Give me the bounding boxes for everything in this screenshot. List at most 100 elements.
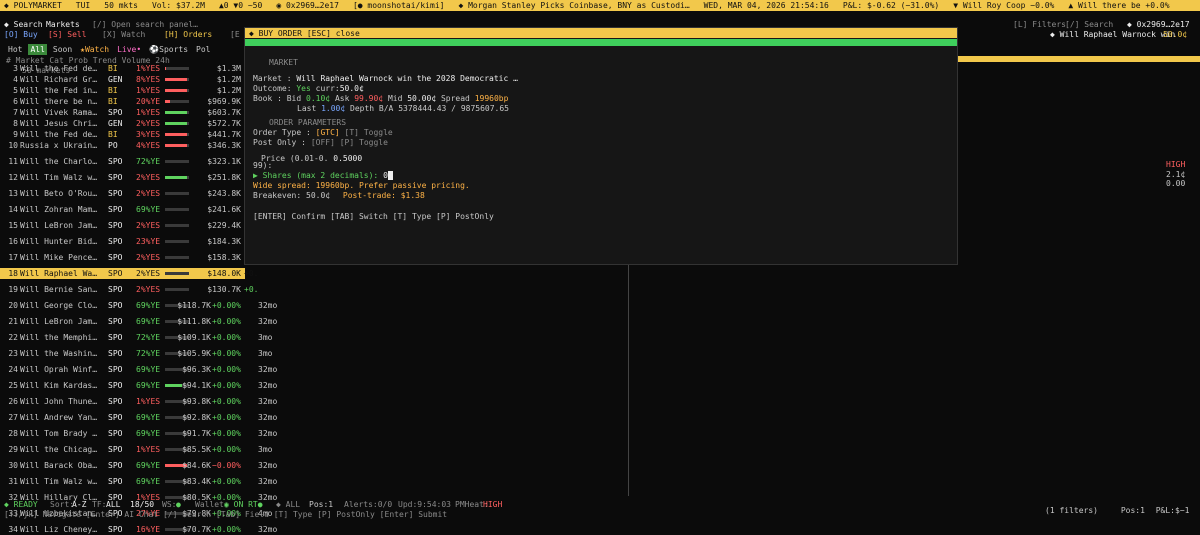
market-change: +0.00% (212, 301, 241, 310)
table-row[interactable]: 12Will Tim Walz w…SPO2%YES$251.8K+0. (0, 172, 258, 183)
market-name: Will Bernie San… (20, 285, 98, 294)
market-name: Will there be n… (20, 97, 98, 106)
table-row[interactable]: 24 Will Oprah Winf… SPO 69%YE $96.3K +0.00% 32… (0, 364, 277, 375)
table-row[interactable]: 14Will Zohran Mam…SPO69%YE$241.6K+0. (0, 204, 258, 215)
table-row[interactable]: 22 Will the Memphi… SPO 72%YE $109.1K +0.00% 3… (0, 332, 272, 343)
table-row[interactable]: 20 Will George Clo… SPO 69%YE $118.7K +0.00% 3… (0, 300, 277, 311)
spread-label: Spread (440, 94, 470, 103)
market-age: 32mo (258, 461, 278, 470)
post-only-line: Post Only : [OFF] [P] Toggle (253, 137, 388, 148)
e-action[interactable]: [E (230, 29, 240, 40)
table-row[interactable]: 21 Will LeBron Jam… SPO 69%YE $111.8K +0.00% 3… (0, 316, 277, 327)
last-line: Last 1.00¢ Depth B/A 5378444.43 / 987560… (297, 103, 509, 114)
table-row[interactable]: 10Russia x Ukrain…PO4%YES$346.3K−0. (0, 140, 258, 151)
market-category: SPO (108, 301, 123, 310)
row-number: 5 (13, 86, 18, 95)
bid-value: 0.10¢ (306, 94, 331, 103)
table-row[interactable]: 25 Will Kim Kardas… SPO 69%YE $94.1K +0.00% 32… (0, 380, 277, 391)
modal-close[interactable]: [ESC] close (307, 29, 360, 38)
sell-action[interactable]: [S] Sell (48, 29, 87, 40)
table-row[interactable]: 17Will Mike Pence…SPO2%YES$158.3K+0. (0, 252, 258, 263)
row-number: 9 (13, 130, 18, 139)
tab-politics[interactable]: Pol (194, 44, 212, 55)
post-only-toggle[interactable]: [P] Toggle (340, 138, 388, 147)
market-probability: 2%YES (136, 285, 161, 294)
market-change: +0. (244, 269, 259, 278)
table-row[interactable]: 4Will Richard Gr…GEN8%YES$1.2M−0. (0, 74, 258, 85)
table-row[interactable]: 19 Will Bernie San… SPO 2%YES $130.7K +0. (0, 284, 258, 295)
tab-live[interactable]: Live• (115, 44, 143, 55)
row-number: 31 (8, 477, 18, 486)
spread-value: 19960bp (474, 94, 509, 103)
market-volume: $91.7K (182, 429, 211, 438)
market-change: +0.00% (212, 333, 241, 342)
row-number: 12 (8, 173, 18, 182)
volume-total: Vol: $37.2M (151, 1, 205, 10)
market-category: GEN (108, 119, 123, 128)
market-category: GEN (108, 75, 123, 84)
user-model: [● moonshotai/kimi] (352, 1, 445, 10)
post-only-value[interactable]: [OFF] (311, 138, 335, 147)
market-probability: 2%YES (136, 253, 161, 262)
table-row[interactable]: 6Will there be n…BI20%YE$969.9K+0. (0, 96, 258, 107)
shares-input[interactable]: 0 (383, 171, 393, 180)
table-row[interactable]: 15Will LeBron Jam…SPO2%YES$229.4K+0. (0, 220, 258, 231)
table-row[interactable]: 29 Will the Chicag… SPO 1%YES $85.5K +0.00% 3m… (0, 444, 272, 455)
orders-action[interactable]: [H] Orders (164, 29, 212, 40)
table-row[interactable]: 3Will the Fed de…BI1%YES$1.3M+0. (0, 63, 258, 74)
trend-bar (165, 256, 189, 259)
market-name: Will Tim Walz w… (20, 477, 98, 486)
table-row[interactable]: 5Will the Fed in…BI1%YES$1.2M+0. (0, 85, 258, 96)
market-category: SPO (108, 397, 123, 406)
table-row[interactable]: 31 Will Tim Walz w… SPO 69%YE $83.4K +0.00% 32… (0, 476, 277, 487)
table-row[interactable]: 7Will Vivek Rama…SPO1%YES$603.7K+0. (0, 107, 258, 118)
pnl-summary: P&L: $-0.62 (−31.0%) (842, 1, 940, 10)
market-name: Will George Clo… (20, 301, 98, 310)
market-category: SPO (108, 317, 123, 326)
market-name: Will Raphael Wa… (20, 269, 98, 278)
table-row[interactable]: 27 Will Andrew Yan… SPO 69%YE $92.8K +0.00% 32… (0, 412, 277, 423)
order-type-value[interactable]: [GTC] (316, 128, 340, 137)
tab-soon[interactable]: Soon (51, 44, 74, 55)
market-age: 32mo (258, 429, 278, 438)
table-row[interactable]: 26 Will John Thune… SPO 1%YES $93.8K +0.00% 32… (0, 396, 277, 407)
row-number: 19 (8, 285, 18, 294)
table-row[interactable]: 28 Will Tom Brady … SPO 69%YE $91.7K +0.00% 32… (0, 428, 277, 439)
table-row[interactable]: 30 Will Barack Oba… SPO 69%YE $84.6K −0.00% 32… (0, 460, 277, 471)
tab-hot[interactable]: Hot (6, 44, 24, 55)
table-row[interactable]: 11Will the Charlo…SPO72%YE$323.1K+0. (0, 156, 258, 167)
order-type-toggle[interactable]: [T] Toggle (345, 128, 393, 137)
market-name: Will Barack Oba… (20, 461, 98, 470)
table-row[interactable]: 34 Will Liz Cheney… SPO 16%YE $70.7K +0.00% 32… (0, 524, 277, 535)
table-row[interactable]: 16Will Hunter Bid…SPO23%YE$184.3K+0. (0, 236, 258, 247)
table-row[interactable]: 18 Will Raphael Wa… SPO 2%YES $148.0K +0. (0, 268, 258, 279)
table-row[interactable]: 9Will the Fed de…BI3%YES$441.7K−0. (0, 129, 258, 140)
price-input[interactable]: 0.5000 (333, 154, 362, 163)
market-name: Will John Thune… (20, 397, 98, 406)
trend-bar-fill (165, 133, 187, 136)
watch-action[interactable]: [X] Watch (102, 29, 145, 40)
tab-all[interactable]: All (28, 44, 47, 55)
tab-sports[interactable]: ⚽Sports (147, 44, 190, 55)
market-volume: $251.8K (207, 173, 241, 182)
tab-watch[interactable]: ★Watch (78, 44, 111, 55)
table-row[interactable]: 8Will Jesus Chri…GEN2%YES$572.7K+0. (0, 118, 258, 129)
market-name: Will the Washin… (20, 349, 98, 358)
row-number: 7 (13, 108, 18, 117)
book-label: Book : (253, 94, 282, 103)
row-number: 24 (8, 365, 18, 374)
market-name: Will Beto O'Rou… (20, 189, 98, 198)
price-ticker-2: ▲ Will there be +0.0% (1068, 1, 1170, 10)
table-row[interactable]: 23 Will the Washin… SPO 72%YE $105.9K +0.00% 3… (0, 348, 272, 359)
chart-header-bar (958, 56, 1200, 62)
trend-bar-fill (165, 78, 187, 81)
market-section-title: MARKET (269, 58, 298, 67)
buy-action[interactable]: [O] Buy (4, 29, 38, 40)
row-number: 11 (8, 157, 18, 166)
market-name: Will LeBron Jam… (20, 221, 98, 230)
row-number: 10 (8, 141, 18, 150)
table-row[interactable]: 13Will Beto O'Rou…SPO2%YES$243.8K+0. (0, 188, 258, 199)
row-number: 17 (8, 253, 18, 262)
row-number: 4 (13, 75, 18, 84)
top-status-bar: ◆ POLYMARKET TUI 50 mkts Vol: $37.2M ▲0 … (0, 0, 1200, 11)
